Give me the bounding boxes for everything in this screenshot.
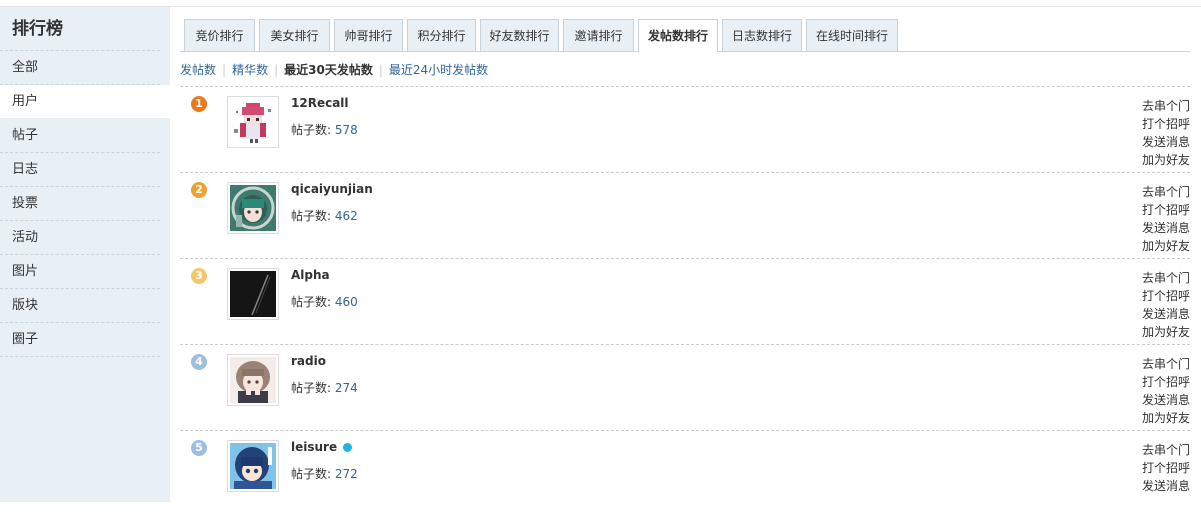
sidebar-item-pictures[interactable]: 图片	[0, 255, 160, 289]
post-count-label: 帖子数:	[291, 209, 332, 223]
send-message-link[interactable]: 发送消息	[1142, 219, 1190, 237]
rank-badge: 4	[191, 354, 207, 370]
username-link[interactable]: radio	[291, 354, 326, 368]
avatar[interactable]	[227, 96, 279, 148]
filter-digest-count[interactable]: 精华数	[232, 63, 268, 77]
add-friend-link[interactable]: 加为好友	[1142, 409, 1190, 427]
post-count: 帖子数: 578	[291, 121, 358, 138]
filter-30-days[interactable]: 最近30天发帖数	[284, 63, 373, 77]
post-count-label: 帖子数:	[291, 295, 332, 309]
user-actions: 去串个门 打个招呼 发送消息 加为好友	[1142, 97, 1190, 169]
greet-link[interactable]: 打个招呼	[1142, 201, 1190, 219]
ranking-row: 1 12Recall 帖子数: 578 去串个门 打个招呼 发送消息 加为好友	[180, 87, 1190, 173]
filter-separator: |	[222, 63, 227, 77]
sidebar-item-users[interactable]: 用户	[0, 85, 170, 119]
post-count-value: 578	[334, 123, 358, 137]
rank-badge: 2	[191, 182, 207, 198]
tab-online-time-ranking[interactable]: 在线时间排行	[806, 19, 898, 51]
filter-separator: |	[274, 63, 279, 77]
filter-24-hours[interactable]: 最近24小时发帖数	[389, 63, 488, 77]
tab-friends-ranking[interactable]: 好友数排行	[480, 19, 559, 51]
tab-invite-ranking[interactable]: 邀请排行	[563, 19, 634, 51]
username-link[interactable]: Alpha	[291, 268, 330, 282]
post-count-value: 462	[334, 209, 358, 223]
top-rule	[0, 0, 1201, 7]
sidebar-item-polls[interactable]: 投票	[0, 187, 160, 221]
avatar[interactable]	[227, 354, 279, 406]
avatar[interactable]	[227, 268, 279, 320]
sidebar-title: 排行榜	[0, 7, 160, 51]
avatar[interactable]	[227, 182, 279, 234]
add-friend-link[interactable]: 加为好友	[1142, 323, 1190, 341]
sidebar-list: 全部 用户 帖子 日志 投票 活动 图片 版块 圈子	[0, 51, 170, 357]
visit-link[interactable]: 去串个门	[1142, 183, 1190, 201]
post-count-label: 帖子数:	[291, 381, 332, 395]
ranking-row: 2 qicaiyunjian 帖子数: 462 去串个门 打个招呼 发送消息 加…	[180, 173, 1190, 259]
ranking-row: 4 radio 帖子数: 274 去串个门 打个招呼 发送消息 加为好友	[180, 345, 1190, 431]
visit-link[interactable]: 去串个门	[1142, 269, 1190, 287]
send-message-link[interactable]: 发送消息	[1142, 305, 1190, 323]
sidebar: 排行榜 全部 用户 帖子 日志 投票 活动 图片 版块 圈子	[0, 7, 170, 502]
sidebar-item-forums[interactable]: 版块	[0, 289, 160, 323]
sidebar-item-all[interactable]: 全部	[0, 51, 160, 85]
post-count: 帖子数: 274	[291, 379, 358, 396]
user-actions: 去串个门 打个招呼 发送消息 加为好友	[1142, 269, 1190, 341]
greet-link[interactable]: 打个招呼	[1142, 373, 1190, 391]
ranking-tabs: 竞价排行 美女排行 帅哥排行 积分排行 好友数排行 邀请排行 发帖数排行 日志数…	[180, 19, 1190, 52]
filter-post-count[interactable]: 发帖数	[180, 63, 216, 77]
post-count-value: 460	[334, 295, 358, 309]
greet-link[interactable]: 打个招呼	[1142, 459, 1190, 477]
send-message-link[interactable]: 发送消息	[1142, 133, 1190, 151]
send-message-link[interactable]: 发送消息	[1142, 477, 1190, 495]
ranking-row: 3 Alpha 帖子数: 460 去串个门 打个招呼 发送消息 加为好友	[180, 259, 1190, 345]
sidebar-item-groups[interactable]: 圈子	[0, 323, 160, 357]
tab-bid-ranking[interactable]: 竞价排行	[184, 19, 255, 51]
username-link[interactable]: qicaiyunjian	[291, 182, 373, 196]
add-friend-link[interactable]: 加为好友	[1142, 151, 1190, 169]
username-link[interactable]: leisure	[291, 440, 353, 454]
post-count: 帖子数: 462	[291, 207, 358, 224]
avatar-dark-streak-icon	[230, 271, 276, 317]
user-actions: 去串个门 打个招呼 发送消息 加为好友	[1142, 355, 1190, 427]
avatar[interactable]	[227, 440, 279, 492]
rank-badge: 3	[191, 268, 207, 284]
rank-badge: 5	[191, 440, 207, 456]
greet-link[interactable]: 打个招呼	[1142, 115, 1190, 133]
online-status-icon	[343, 443, 353, 452]
tab-posts-ranking[interactable]: 发帖数排行	[638, 19, 718, 52]
post-filter-nav: 发帖数 | 精华数 | 最近30天发帖数 | 最近24小时发帖数	[180, 62, 488, 78]
tab-credits-ranking[interactable]: 积分排行	[407, 19, 476, 51]
avatar-brown-hair-girl-icon	[230, 357, 276, 403]
username-text: leisure	[291, 440, 338, 454]
post-count: 帖子数: 272	[291, 465, 358, 482]
visit-link[interactable]: 去串个门	[1142, 355, 1190, 373]
send-message-link[interactable]: 发送消息	[1142, 391, 1190, 409]
post-count-label: 帖子数:	[291, 123, 332, 137]
filter-separator: |	[378, 63, 383, 77]
greet-link[interactable]: 打个招呼	[1142, 287, 1190, 305]
ranking-row: 5 leisure 帖子数: 272 去串个门 打个招呼 发送消息	[180, 431, 1190, 517]
user-actions: 去串个门 打个招呼 发送消息 加为好友	[1142, 183, 1190, 255]
user-actions: 去串个门 打个招呼 发送消息	[1142, 441, 1190, 495]
avatar-green-hair-icon	[230, 185, 276, 231]
add-friend-link[interactable]: 加为好友	[1142, 237, 1190, 255]
sidebar-item-posts[interactable]: 帖子	[0, 119, 160, 153]
tab-blogs-ranking[interactable]: 日志数排行	[722, 19, 802, 51]
username-link[interactable]: 12Recall	[291, 96, 349, 110]
tab-female-ranking[interactable]: 美女排行	[259, 19, 330, 51]
sidebar-item-events[interactable]: 活动	[0, 221, 160, 255]
post-count-label: 帖子数:	[291, 467, 332, 481]
visit-link[interactable]: 去串个门	[1142, 441, 1190, 459]
tab-male-ranking[interactable]: 帅哥排行	[334, 19, 403, 51]
post-count-value: 272	[334, 467, 358, 481]
post-count: 帖子数: 460	[291, 293, 358, 310]
avatar-blue-hair-icon	[230, 443, 276, 489]
visit-link[interactable]: 去串个门	[1142, 97, 1190, 115]
sidebar-item-blogs[interactable]: 日志	[0, 153, 160, 187]
post-count-value: 274	[334, 381, 358, 395]
rank-badge: 1	[191, 96, 207, 112]
avatar-pixel-girl-icon	[230, 99, 276, 145]
